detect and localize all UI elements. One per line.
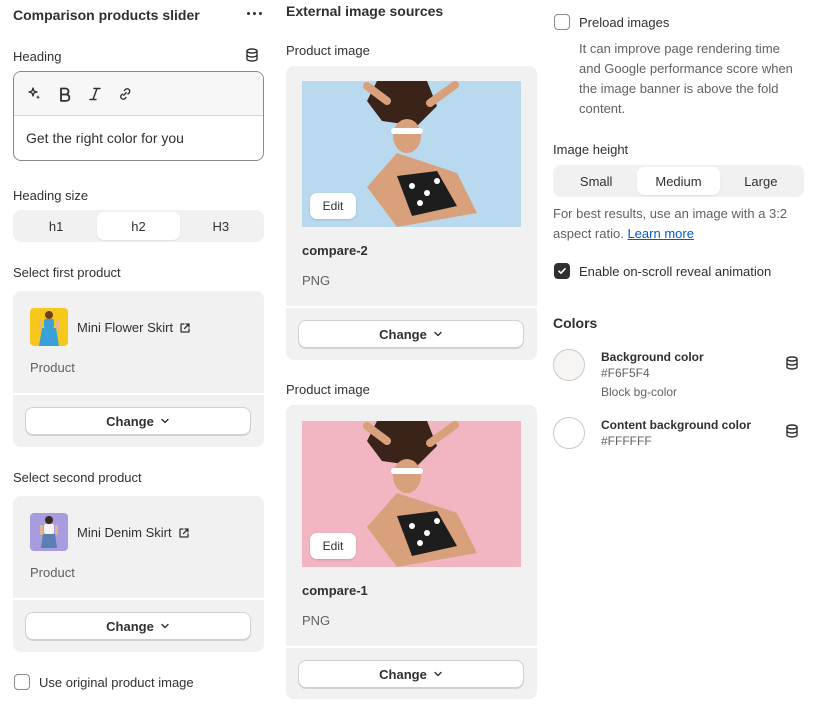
reveal-animation-checkbox[interactable] [554, 263, 570, 279]
card-divider [13, 393, 264, 395]
chevron-down-icon [161, 623, 169, 629]
image-height-help: For best results, use an image with a 3:… [553, 204, 805, 244]
italic-icon[interactable] [87, 86, 103, 102]
first-product-name[interactable]: Mini Flower Skirt [77, 320, 191, 335]
second-product-name[interactable]: Mini Denim Skirt [77, 525, 190, 540]
image-height-medium[interactable]: Medium [637, 167, 720, 195]
more-horizontal-icon[interactable] [244, 6, 264, 20]
image-preview[interactable]: Edit [302, 421, 521, 567]
first-product-name-text: Mini Flower Skirt [77, 320, 174, 335]
heading-size-h2[interactable]: h2 [97, 212, 180, 240]
heading-size-h3[interactable]: H3 [180, 212, 262, 240]
preload-images-checkbox[interactable] [554, 14, 570, 30]
image-filetype: PNG [302, 613, 331, 628]
first-product-card: Mini Flower Skirt Product Change [13, 291, 264, 447]
first-product-type: Product [30, 360, 75, 375]
heading-size-selector: h1 h2 H3 [13, 210, 264, 242]
change-label: Change [106, 413, 154, 429]
heading-editor: Get the right color for you [13, 71, 264, 161]
color-hex: #F6F5F4 [601, 366, 650, 380]
color-hex: #FFFFFF [601, 434, 652, 448]
image-filename: compare-2 [302, 243, 368, 258]
heading-size-label: Heading size [13, 188, 89, 203]
product-image-label-1: Product image [286, 43, 370, 58]
preload-images-help: It can improve page rendering time and G… [579, 41, 793, 116]
card-divider [286, 306, 537, 308]
image-preview[interactable]: Edit [302, 81, 521, 227]
image-filename: compare-1 [302, 583, 368, 598]
dynamic-source-icon[interactable] [245, 48, 259, 62]
editor-toolbar [14, 72, 263, 116]
learn-more-link[interactable]: Learn more [627, 226, 693, 241]
product-image-label-2: Product image [286, 382, 370, 397]
change-label: Change [106, 618, 154, 634]
reveal-animation-label: Enable on-scroll reveal animation [579, 264, 772, 279]
product-thumbnail [30, 308, 68, 346]
external-sources-title: External image sources [286, 3, 444, 19]
first-product-change-button[interactable]: Change [25, 407, 251, 435]
colors-title: Colors [553, 315, 598, 331]
second-product-name-text: Mini Denim Skirt [77, 525, 172, 540]
image-card-1: Edit compare-2 PNG Change [286, 66, 537, 360]
color-name: Content background color [601, 418, 751, 432]
color-source: Block bg-color [601, 385, 678, 399]
use-original-image-label: Use original product image [39, 675, 194, 690]
image-card-2: Edit compare-1 PNG Change [286, 405, 537, 699]
second-product-type: Product [30, 565, 75, 580]
bold-icon[interactable] [57, 86, 73, 102]
change-label: Change [379, 326, 427, 342]
card-divider [286, 646, 537, 648]
image-height-small[interactable]: Small [555, 167, 637, 195]
heading-size-h1[interactable]: h1 [15, 212, 97, 240]
color-name: Background color [601, 350, 704, 364]
color-swatch[interactable] [553, 417, 585, 449]
color-setting-content-background[interactable]: Content background color #FFFFFF [553, 417, 805, 451]
use-original-image-checkbox[interactable] [14, 674, 30, 690]
heading-input[interactable]: Get the right color for you [14, 116, 263, 160]
preload-images-label: Preload images [579, 15, 670, 30]
dynamic-source-icon[interactable] [785, 424, 799, 438]
first-product-label: Select first product [13, 265, 121, 280]
external-link-icon[interactable] [178, 527, 190, 539]
heading-label: Heading [13, 49, 62, 64]
chevron-down-icon [434, 671, 442, 677]
second-product-card: Mini Denim Skirt Product Change [13, 496, 264, 652]
panel-title: Comparison products slider [13, 7, 200, 23]
chevron-down-icon [434, 331, 442, 337]
image-height-large[interactable]: Large [720, 167, 802, 195]
second-product-change-button[interactable]: Change [25, 612, 251, 640]
change-label: Change [379, 666, 427, 682]
edit-image-button[interactable]: Edit [310, 193, 356, 219]
image-change-button[interactable]: Change [298, 660, 524, 688]
image-change-button[interactable]: Change [298, 320, 524, 348]
link-icon[interactable] [117, 86, 133, 102]
image-filetype: PNG [302, 273, 331, 288]
color-setting-background[interactable]: Background color #F6F5F4 Block bg-color [553, 349, 805, 401]
chevron-down-icon [161, 418, 169, 424]
product-thumbnail [30, 513, 68, 551]
image-height-label: Image height [553, 142, 629, 157]
magic-icon[interactable] [27, 86, 43, 102]
external-link-icon[interactable] [179, 322, 191, 334]
edit-image-button[interactable]: Edit [310, 533, 356, 559]
dynamic-source-icon[interactable] [785, 356, 799, 370]
second-product-label: Select second product [13, 470, 142, 485]
image-height-selector: Small Medium Large [553, 165, 804, 197]
checkmark-icon [558, 268, 566, 274]
card-divider [13, 598, 264, 600]
color-swatch[interactable] [553, 349, 585, 381]
